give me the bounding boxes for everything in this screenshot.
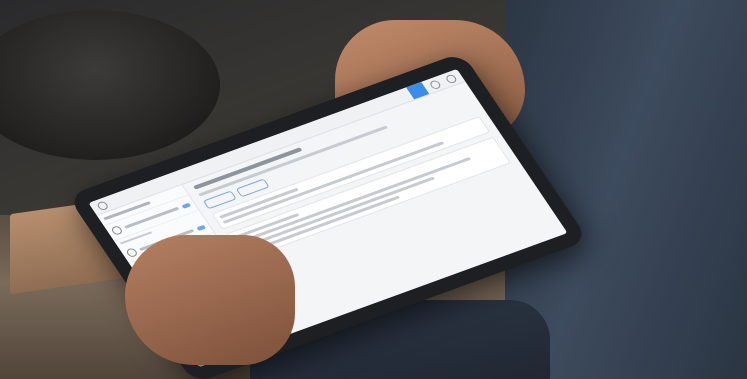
photo-scene	[0, 0, 747, 379]
settings-icon[interactable]	[444, 73, 458, 84]
menu-icon[interactable]	[95, 200, 110, 211]
search-icon[interactable]	[428, 78, 442, 90]
left-hand	[125, 235, 295, 365]
serving-tray	[0, 10, 220, 160]
